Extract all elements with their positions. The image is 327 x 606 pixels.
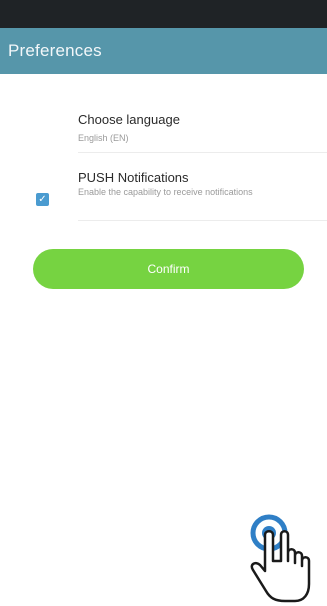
language-setting-title: Choose language xyxy=(78,112,180,127)
push-notifications-description: Enable the capability to receive notific… xyxy=(78,187,253,197)
language-setting-row[interactable]: Choose language English (EN) xyxy=(78,112,327,153)
language-current-value: English (EN) xyxy=(78,133,129,143)
push-notifications-row[interactable]: PUSH Notifications Enable the capability… xyxy=(78,170,327,221)
push-notifications-title: PUSH Notifications xyxy=(78,170,189,185)
checkmark-icon: ✓ xyxy=(38,193,47,205)
confirm-button[interactable]: Confirm xyxy=(33,249,304,289)
status-bar xyxy=(0,0,327,28)
page-title: Preferences xyxy=(8,41,102,60)
push-notifications-checkbox[interactable]: ✓ xyxy=(36,193,49,206)
app-bar: Preferences xyxy=(0,28,327,74)
hand-outline xyxy=(250,530,311,603)
tap-hand-icon xyxy=(250,514,311,603)
